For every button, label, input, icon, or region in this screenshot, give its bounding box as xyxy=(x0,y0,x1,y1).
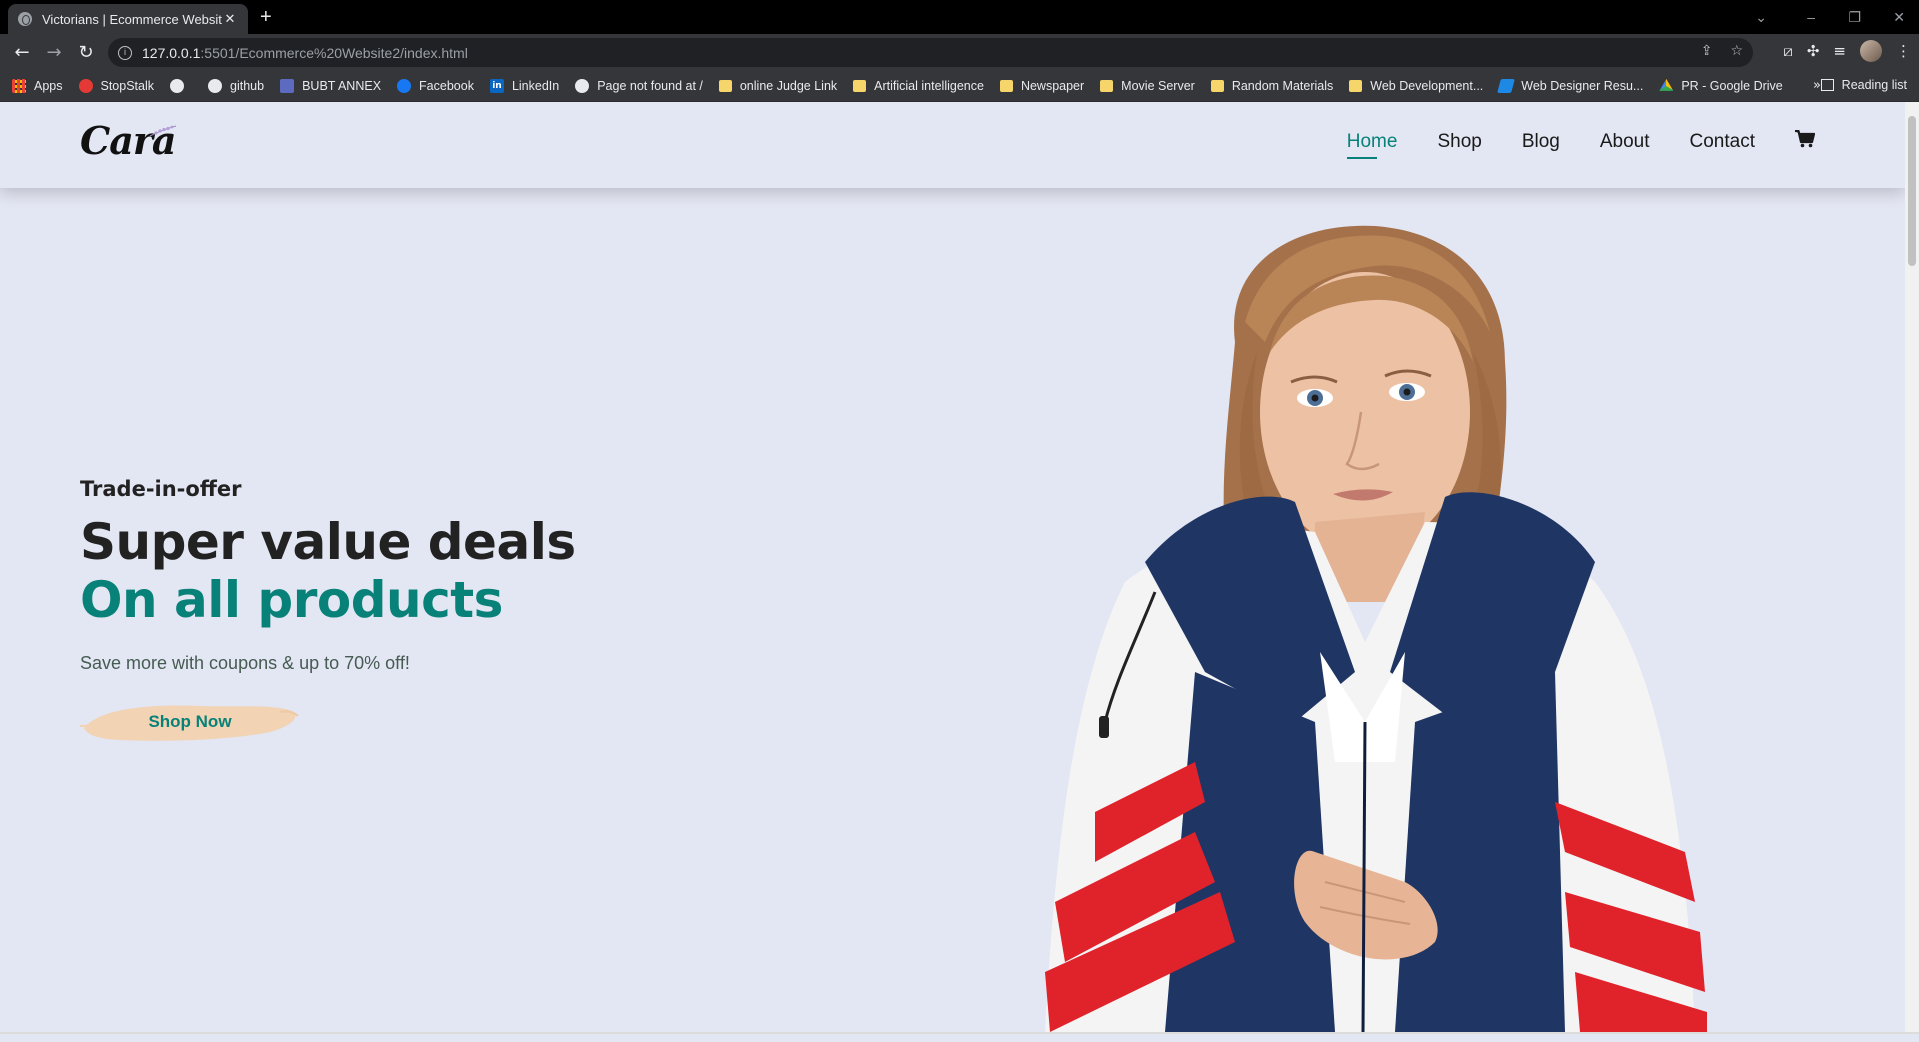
folder-icon xyxy=(1100,80,1114,92)
extension-icon[interactable]: ⧄ xyxy=(1783,42,1793,60)
nav-about[interactable]: About xyxy=(1600,131,1650,153)
bookmark-google-drive[interactable]: PR - Google Drive xyxy=(1659,79,1783,93)
bookmark-ai[interactable]: Artificial intelligence xyxy=(853,79,984,93)
site-info-icon[interactable]: i xyxy=(118,45,132,60)
folder-icon xyxy=(1349,80,1363,92)
close-tab-icon[interactable]: ✕ xyxy=(222,12,238,27)
back-icon[interactable]: ← xyxy=(6,37,38,69)
folder-icon xyxy=(853,80,867,92)
restore-icon[interactable]: ❐ xyxy=(1848,0,1861,34)
address-bar[interactable]: i 127.0.0.1:5501/Ecommerce%20Website2/in… xyxy=(108,38,1753,67)
globe-icon xyxy=(170,79,185,93)
nav-blog[interactable]: Blog xyxy=(1522,131,1560,153)
browser-toolbar: ← → ↻ i 127.0.0.1:5501/Ecommerce%20Websi… xyxy=(0,34,1919,71)
close-window-icon[interactable]: ✕ xyxy=(1893,0,1905,34)
page-scrollbar[interactable] xyxy=(1905,102,1919,1032)
folder-icon xyxy=(1210,80,1224,92)
menu-kebab-icon[interactable]: ⋮ xyxy=(1896,42,1911,60)
web-designer-icon xyxy=(1497,79,1516,93)
bookmark-star-icon[interactable]: ☆ xyxy=(1730,43,1743,59)
nav-shop[interactable]: Shop xyxy=(1437,131,1481,153)
main-nav: Home Shop Blog About Contact xyxy=(1307,129,1816,159)
bookmark-stopstalk[interactable]: StopStalk xyxy=(78,79,154,93)
hero-description: Save more with coupons & up to 70% off! xyxy=(80,653,410,673)
bookmark-web-development[interactable]: Web Development... xyxy=(1349,79,1483,93)
bookmark-movie-server[interactable]: Movie Server xyxy=(1100,79,1195,93)
bookmark-apps[interactable]: Apps xyxy=(12,79,63,93)
hero-section: Trade-in-offer Super value deals On all … xyxy=(80,477,576,746)
bookmark-github[interactable]: github xyxy=(208,79,264,93)
bookmark-facebook[interactable]: Facebook xyxy=(397,79,474,93)
bookmark-online-judge[interactable]: online Judge Link xyxy=(718,79,837,93)
bubt-icon xyxy=(280,79,295,93)
forward-icon[interactable]: → xyxy=(38,37,70,69)
reading-list-button[interactable]: Reading list xyxy=(1820,78,1907,92)
bookmark-bubt-annex[interactable]: BUBT ANNEX xyxy=(280,79,381,93)
browser-tab[interactable]: Victorians | Ecommerce Website ✕ xyxy=(8,4,248,34)
site-header: Cara Home Shop Blog About Contact xyxy=(0,102,1905,188)
bookmark-linkedin[interactable]: in LinkedIn xyxy=(489,79,559,93)
nav-home[interactable]: Home xyxy=(1346,131,1397,159)
tab-search-icon[interactable]: ⌄ xyxy=(1755,0,1767,34)
reading-list-icon xyxy=(1820,79,1834,91)
github-icon xyxy=(208,79,223,93)
extensions-puzzle-icon[interactable]: ✣ xyxy=(1807,42,1820,60)
profile-avatar[interactable] xyxy=(1860,40,1882,62)
bookmark-newspaper[interactable]: Newspaper xyxy=(999,79,1084,93)
linkedin-icon: in xyxy=(489,79,504,93)
bookmarks-bar: Apps StopStalk github BUBT ANNEX Faceboo… xyxy=(0,71,1919,102)
tab-strip: Victorians | Ecommerce Website ✕ + ⌄ – ❐… xyxy=(0,0,1919,34)
reload-icon[interactable]: ↻ xyxy=(70,37,102,69)
url-path: :5501/Ecommerce%20Website2/index.html xyxy=(200,44,468,61)
share-icon[interactable]: ⇪ xyxy=(1701,43,1713,59)
hero-heading-accent: On all products xyxy=(80,571,503,629)
media-control-icon[interactable]: ≡ xyxy=(1833,42,1846,60)
globe-icon xyxy=(18,12,32,26)
bookmark-globe[interactable] xyxy=(170,79,192,93)
hero-heading: Super value deals xyxy=(80,513,576,571)
minimize-icon[interactable]: – xyxy=(1807,0,1815,34)
google-drive-icon xyxy=(1659,79,1674,91)
shop-now-button[interactable]: Shop Now xyxy=(80,698,300,746)
window-bottom-edge xyxy=(0,1032,1919,1042)
facebook-icon xyxy=(397,79,412,93)
stopstalk-icon xyxy=(78,79,93,93)
new-tab-button[interactable]: + xyxy=(260,6,272,28)
nav-contact[interactable]: Contact xyxy=(1690,131,1755,153)
folder-icon xyxy=(718,80,732,92)
apps-icon xyxy=(12,79,26,93)
tab-title: Victorians | Ecommerce Website xyxy=(42,11,222,27)
hero-subtitle: Trade-in-offer xyxy=(80,477,242,501)
scrollbar-thumb[interactable] xyxy=(1908,116,1916,266)
bookmark-web-designer[interactable]: Web Designer Resu... xyxy=(1497,79,1643,93)
bookmark-random-materials[interactable]: Random Materials xyxy=(1210,79,1333,93)
page-viewport: Cara Home Shop Blog About Contact Trade-… xyxy=(0,102,1905,1032)
lavender-sprig-icon xyxy=(149,125,177,137)
hero-model-image xyxy=(1045,225,1707,1032)
globe-icon xyxy=(575,79,590,93)
bookmark-page-not-found[interactable]: Page not found at / xyxy=(575,79,703,93)
cart-icon[interactable] xyxy=(1795,129,1816,154)
folder-icon xyxy=(999,80,1013,92)
url-host: 127.0.0.1 xyxy=(142,44,201,61)
